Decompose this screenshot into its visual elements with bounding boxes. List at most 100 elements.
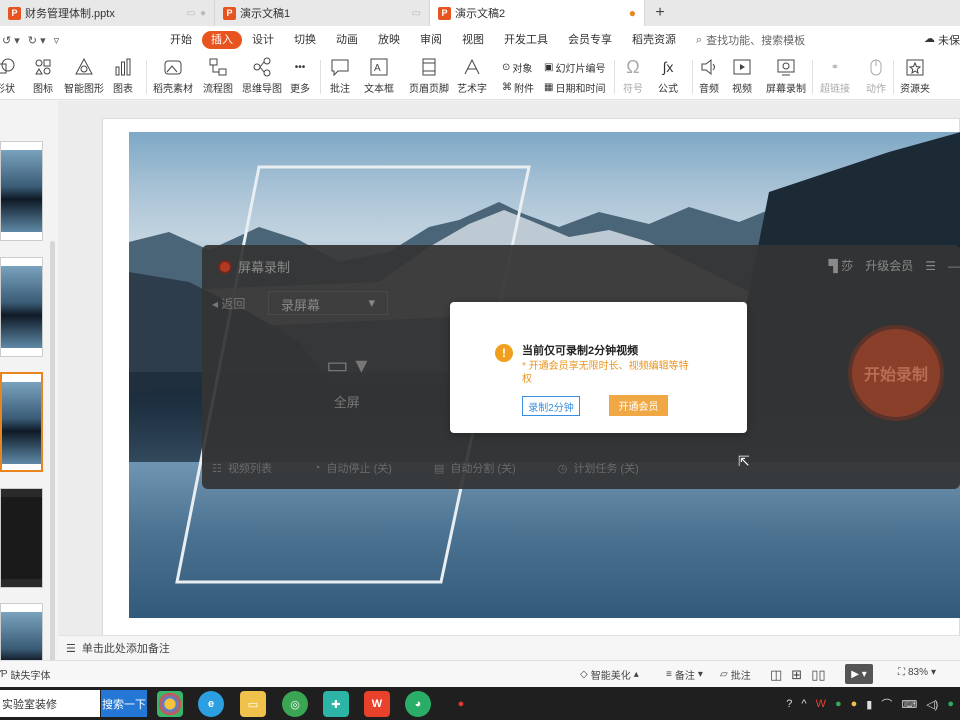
help-icon[interactable]: ? [786, 698, 792, 710]
volume-icon[interactable]: ◁) [926, 698, 938, 711]
header-footer-button[interactable]: 页眉页脚 [409, 56, 449, 95]
menu-icon[interactable]: ☰ [925, 259, 936, 273]
menu-resources[interactable]: 稻壳资源 [622, 31, 686, 49]
wordart-button[interactable]: 艺术字 [457, 56, 487, 95]
tab-document-1[interactable]: P 财务管理体制.pptx ▭ ● [0, 0, 215, 26]
keyboard-icon[interactable]: ⌨ [901, 698, 917, 711]
menu-animation[interactable]: 动画 [326, 31, 368, 49]
up-arrow-icon[interactable]: ^ [801, 698, 806, 710]
zoom-control[interactable]: ⛶ 83% ▾ [898, 667, 936, 678]
video-button[interactable]: 视频 [731, 56, 753, 95]
recorder-options: ☷ 视频列表 ◔ 自动停止 (关) ▤ 自动分割 (关) ◷ 计划任务 (关) [212, 460, 639, 476]
icon-library-icon [32, 56, 54, 78]
search-icon: ⌕ [696, 33, 703, 46]
redo-icon[interactable]: ↺ ▾ [2, 34, 20, 47]
fullscreen-option[interactable]: ▭ ▾ 全屏 [326, 351, 367, 411]
slide-thumbnail-active[interactable] [0, 372, 43, 472]
back-button[interactable]: ◂ 返回 [212, 295, 245, 312]
missing-font-indicator[interactable]: Ƥ 缺失字体 [0, 667, 51, 682]
material-button[interactable]: 稻壳素材 [153, 56, 193, 95]
mindmap-button[interactable]: 思维导图 [242, 56, 282, 95]
schedule-button[interactable]: ◷ 计划任务 (关) [558, 460, 639, 476]
comment-button[interactable]: 批注 [329, 56, 351, 95]
status-dot-icon: ● [199, 7, 206, 19]
wps-tray-icon[interactable]: W [816, 698, 826, 710]
symbol-button[interactable]: Ω 符号 [622, 56, 644, 96]
menu-transition[interactable]: 切换 [284, 31, 326, 49]
edge-icon[interactable]: e [198, 691, 224, 717]
shape-button[interactable]: 形状 [0, 56, 16, 95]
open-vip-button[interactable]: 开通会员 [609, 395, 668, 416]
slide-thumbnail[interactable] [0, 488, 43, 588]
menu-view[interactable]: 视图 [452, 31, 494, 49]
play-slideshow-button[interactable]: ▶ ▾ [845, 664, 873, 684]
resource-button[interactable]: 资源夹 [900, 56, 930, 95]
tab-bar: P 财务管理体制.pptx ▭ ● P 演示文稿1 ▭ P 演示文稿2 ● + [0, 0, 960, 26]
microphone-icon[interactable]: ▮ [866, 698, 872, 711]
record-mode-select[interactable]: 录屏幕 ▾ [268, 291, 388, 315]
smart-beautify-button[interactable]: ◇ 智能美化 ▴ [580, 667, 639, 682]
comments-toggle[interactable]: ▱ 批注 [720, 667, 751, 682]
file-explorer-icon[interactable]: ▭ [240, 691, 266, 717]
close-icon[interactable]: ▭ [187, 8, 196, 19]
icon-button[interactable]: 图标 [32, 56, 54, 95]
wechat-tray-icon[interactable]: ● [947, 698, 954, 710]
tab-document-2[interactable]: P 演示文稿1 ▭ [215, 0, 430, 26]
close-icon[interactable]: ▭ [412, 8, 421, 19]
reading-view-icon[interactable]: ▯▯ [811, 667, 825, 683]
object-button[interactable]: ⊙ 对象 [502, 60, 532, 75]
menu-developer[interactable]: 开发工具 [494, 31, 558, 49]
flowchart-button[interactable]: 流程图 [203, 56, 233, 95]
menu-design[interactable]: 设计 [242, 31, 284, 49]
notes-toggle[interactable]: ≡ 备注 ▾ [666, 667, 703, 682]
more-button[interactable]: ••• 更多 [289, 56, 311, 96]
browser-icon[interactable]: ◎ [282, 691, 308, 717]
tab-document-3[interactable]: P 演示文稿2 ● [430, 0, 645, 26]
video-list-button[interactable]: ☷ 视频列表 [212, 460, 272, 476]
upgrade-link[interactable]: 升级会员 [865, 257, 913, 274]
menu-slideshow[interactable]: 放映 [368, 31, 410, 49]
tray-app-icon[interactable]: ● [851, 698, 858, 710]
tray-app-icon[interactable]: ● [835, 698, 842, 710]
formula-button[interactable]: ∫x 公式 [657, 56, 679, 95]
slide-number-button[interactable]: ▣ 幻灯片编号 [544, 60, 605, 75]
notes-bar[interactable]: ☰ 单击此处添加备注 [58, 635, 960, 660]
normal-view-icon[interactable]: ◫ [770, 667, 782, 683]
datetime-button[interactable]: ▦ 日期和时间 [544, 80, 605, 95]
auto-split-button[interactable]: ▤ 自动分割 (关) [434, 460, 516, 476]
menu-insert[interactable]: 插入 [202, 31, 242, 49]
audio-button[interactable]: 音频 [698, 56, 720, 95]
record-trial-button[interactable]: 录制2分钟 [522, 396, 580, 416]
unsaved-dot-icon: ● [628, 6, 636, 20]
wechat-icon[interactable]: ◕ [405, 691, 431, 717]
screen-record-button[interactable]: 屏幕录制 [766, 56, 806, 95]
slide-thumbnail[interactable] [0, 141, 43, 241]
menu-member[interactable]: 会员专享 [558, 31, 622, 49]
minimize-icon[interactable]: — [948, 259, 960, 273]
thumbnail-scrollbar[interactable] [50, 241, 55, 720]
attachment-button[interactable]: ⌘ 附件 [502, 80, 534, 95]
cloud-status[interactable]: ☁ 未保 [924, 32, 960, 48]
recorder-taskbar-icon[interactable]: ● [448, 691, 474, 717]
feature-search[interactable]: ⌕ 查找功能、搜索模板 [696, 32, 805, 48]
chrome-icon[interactable] [157, 691, 183, 717]
chart-button[interactable]: 图表 [112, 56, 134, 95]
smartart-button[interactable]: 智能图形 [64, 56, 104, 95]
action-button[interactable]: 动作 [865, 56, 887, 95]
undo-icon[interactable]: ↻ ▾ [28, 34, 46, 47]
textbox-button[interactable]: A 文本框 [364, 56, 394, 95]
customize-icon[interactable]: ▿ [54, 34, 60, 47]
taskbar-search-input[interactable]: 实验室装修 [0, 690, 100, 717]
hyperlink-button[interactable]: ⚭ 超链接 [820, 56, 850, 96]
auto-stop-button[interactable]: ◔ 自动停止 (关) [314, 460, 392, 476]
wps-icon[interactable]: W [364, 691, 390, 717]
menu-review[interactable]: 审阅 [410, 31, 452, 49]
slide-thumbnail[interactable] [0, 257, 43, 357]
app-icon[interactable]: ✚ [323, 691, 349, 717]
new-tab-button[interactable]: + [645, 0, 675, 26]
network-icon[interactable]: ⌒ [881, 696, 892, 712]
start-record-button[interactable]: 开始录制 [848, 325, 944, 421]
taskbar-search-button[interactable]: 搜索一下 [101, 690, 147, 717]
menu-home[interactable]: 开始 [160, 31, 202, 49]
grid-view-icon[interactable]: ⊞ [791, 667, 802, 683]
